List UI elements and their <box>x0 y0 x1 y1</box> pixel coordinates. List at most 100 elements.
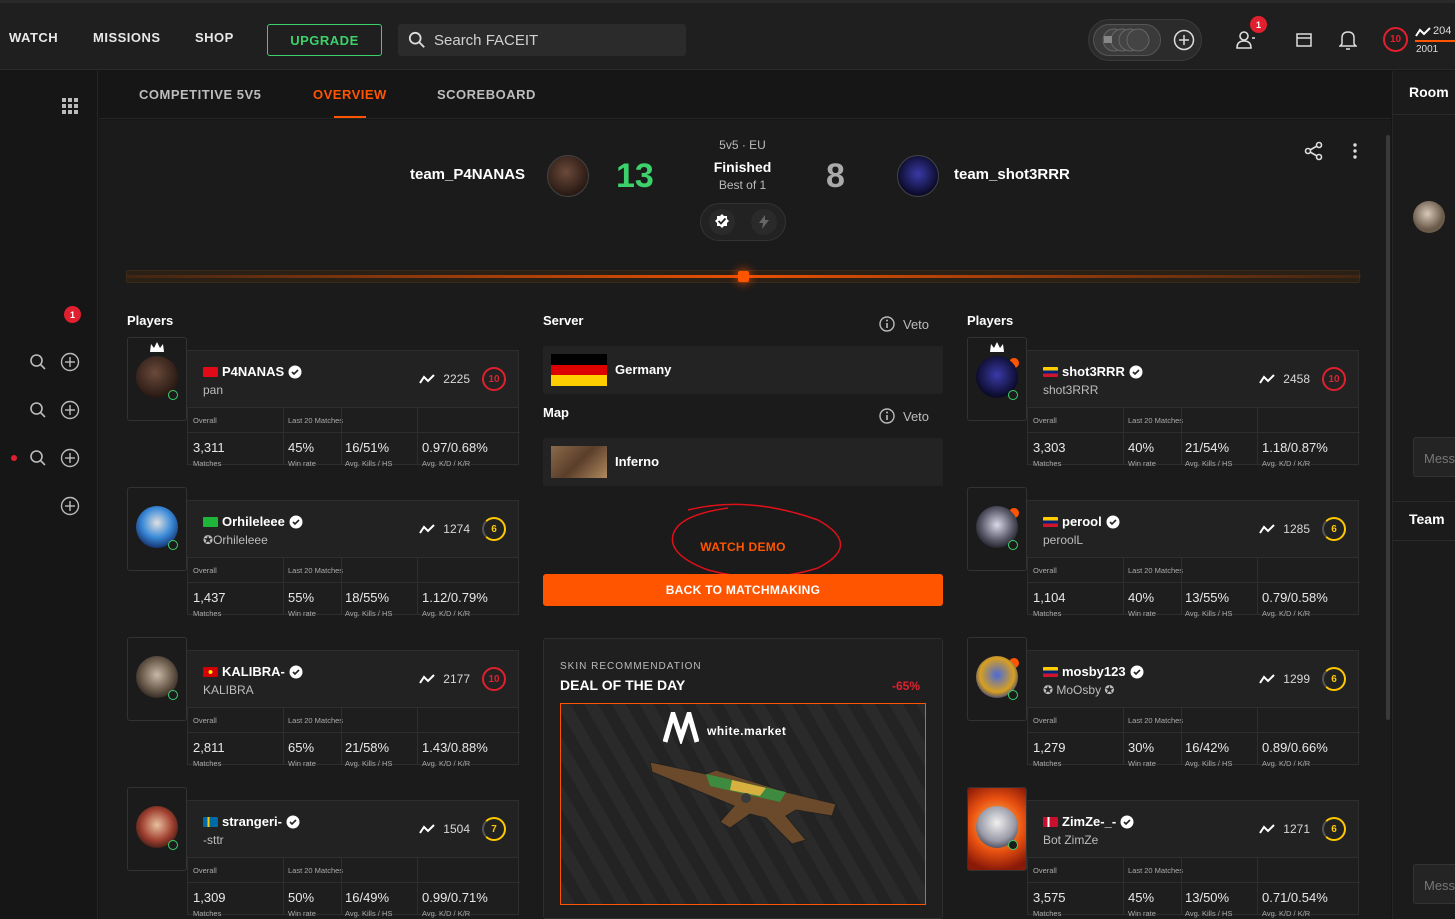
player-avatar-box[interactable] <box>127 637 187 721</box>
level-badge: 10 <box>482 367 506 391</box>
stats-last20-header: Last 20 Matches <box>288 416 344 425</box>
stats-overall-header: Overall <box>193 416 217 425</box>
stat-label: Matches <box>1033 759 1062 768</box>
tab-overview[interactable]: OVERVIEW <box>313 87 387 102</box>
level-badge: 10 <box>482 667 506 691</box>
player-card[interactable]: perool peroolL 1285 6 Overall Last 20 Ma… <box>967 487 1360 618</box>
team-chat-title[interactable]: Team <box>1409 511 1445 527</box>
skin-ad[interactable]: SKIN RECOMMENDATION DEAL OF THE DAY -65%… <box>543 638 943 919</box>
chat-avatar[interactable] <box>1413 201 1445 233</box>
back-to-matchmaking-button[interactable]: BACK TO MATCHMAKING <box>543 574 943 606</box>
player-name[interactable]: Orhileleee <box>222 514 285 529</box>
apps-grid-icon[interactable] <box>62 98 78 114</box>
player-card[interactable]: ZimZe-_- Bot ZimZe 1271 6 Overall Last 2… <box>967 787 1360 918</box>
nav-watch[interactable]: WATCH <box>9 30 58 45</box>
ad-banner[interactable]: white.market <box>560 703 926 905</box>
player-header: KALIBRA- KALIBRA 2177 10 <box>187 650 519 708</box>
add-icon[interactable] <box>60 448 80 468</box>
player-card[interactable]: shot3RRR shot3RRR 2458 10 Overall Last 2… <box>967 337 1360 468</box>
info-icon <box>879 408 895 424</box>
player-name[interactable]: mosby123 <box>1062 664 1126 679</box>
player-avatar-box[interactable] <box>127 487 187 571</box>
player-avatar-box[interactable] <box>967 487 1027 571</box>
search-icon <box>408 31 425 48</box>
level-badge: 10 <box>1322 367 1346 391</box>
germany-flag-icon <box>551 354 607 386</box>
stat-matches: 1,279 <box>1033 740 1066 755</box>
player-avatar-box[interactable] <box>967 787 1027 871</box>
stats-overall-header: Overall <box>193 866 217 875</box>
stat-kills-hs: 16/42% <box>1185 740 1230 755</box>
search-input[interactable] <box>434 31 674 49</box>
room-message-input[interactable]: Mess <box>1413 437 1455 477</box>
player-name[interactable]: KALIBRA- <box>222 664 285 679</box>
player-name-row[interactable]: shot3RRR <box>1043 364 1143 379</box>
server-veto-link[interactable]: Veto <box>879 316 929 332</box>
player-name[interactable]: shot3RRR <box>1062 364 1125 379</box>
add-icon[interactable] <box>60 496 80 516</box>
player-card[interactable]: Orhileleee ✪Orhileleee 1274 6 Overall La… <box>127 487 520 618</box>
party-widget[interactable] <box>1088 19 1202 61</box>
friends-icon[interactable] <box>1236 30 1256 50</box>
nav-shop[interactable]: SHOP <box>195 30 234 45</box>
venezuela-flag-icon <box>1043 366 1058 377</box>
stats-last20-header: Last 20 Matches <box>288 866 344 875</box>
player-name-row[interactable]: P4NANAS <box>203 364 302 379</box>
player-avatar-box[interactable] <box>967 337 1027 421</box>
team-right-avatar[interactable] <box>897 155 939 197</box>
player-avatar-box[interactable] <box>967 637 1027 721</box>
player-card[interactable]: mosby123 ✪ MoOsby ✪ 1299 6 Overall Last … <box>967 637 1360 768</box>
stats-overall-header: Overall <box>193 566 217 575</box>
player-name-row[interactable]: strangeri- <box>203 814 300 829</box>
player-header: P4NANAS pan 2225 10 <box>187 350 519 408</box>
player-name[interactable]: ZimZe-_- <box>1062 814 1116 829</box>
lightning-icon[interactable] <box>751 209 777 235</box>
verified-match-icon[interactable] <box>709 209 735 235</box>
ad-discount: -65% <box>892 679 921 693</box>
share-icon[interactable] <box>1304 141 1324 161</box>
user-level-badge[interactable]: 10 <box>1383 27 1408 52</box>
inbox-icon[interactable] <box>1296 33 1312 47</box>
bell-icon[interactable] <box>1339 30 1357 50</box>
player-name-row[interactable]: perool <box>1043 514 1120 529</box>
player-name-row[interactable]: KALIBRA- <box>203 664 303 679</box>
search-icon[interactable] <box>29 401 47 419</box>
room-chat-title[interactable]: Room <box>1409 84 1449 100</box>
party-toggle[interactable] <box>1093 24 1161 56</box>
team-message-input[interactable]: Mess <box>1413 864 1455 904</box>
stat-label: Avg. K/D / K/R <box>422 759 471 768</box>
stat-label: Matches <box>1033 609 1062 618</box>
player-name-row[interactable]: ZimZe-_- <box>1043 814 1134 829</box>
player-avatar-box[interactable] <box>127 337 187 421</box>
player-avatar-box[interactable] <box>127 787 187 871</box>
player-card[interactable]: strangeri- -sttr 1504 7 Overall Last 20 … <box>127 787 520 918</box>
add-party-icon[interactable] <box>1173 29 1195 51</box>
more-options-icon[interactable] <box>1352 143 1358 159</box>
stat-label: Matches <box>193 909 222 918</box>
player-nick: KALIBRA <box>203 683 254 697</box>
search-icon[interactable] <box>29 449 47 467</box>
player-name[interactable]: strangeri- <box>222 814 282 829</box>
team-left-name[interactable]: team_P4NANAS <box>410 166 525 183</box>
rifle-skin-icon <box>649 761 837 845</box>
team-right-name[interactable]: team_shot3RRR <box>954 166 1070 183</box>
player-card[interactable]: KALIBRA- KALIBRA 2177 10 Overall Last 20… <box>127 637 520 768</box>
scrollbar[interactable] <box>1386 135 1390 720</box>
player-name[interactable]: perool <box>1062 514 1102 529</box>
map-veto-link[interactable]: Veto <box>879 408 929 424</box>
upgrade-button[interactable]: UPGRADE <box>267 24 382 56</box>
tab-competitive[interactable]: COMPETITIVE 5V5 <box>139 87 261 102</box>
tab-scoreboard[interactable]: SCOREBOARD <box>437 87 536 102</box>
search-icon[interactable] <box>29 353 47 371</box>
player-name-row[interactable]: mosby123 <box>1043 664 1144 679</box>
stat-winrate: 45% <box>288 440 315 455</box>
player-name-row[interactable]: Orhileleee <box>203 514 303 529</box>
search-bar[interactable] <box>398 24 686 56</box>
player-name[interactable]: P4NANAS <box>222 364 284 379</box>
team-left-avatar[interactable] <box>547 155 589 197</box>
nav-missions[interactable]: MISSIONS <box>93 30 161 45</box>
player-card[interactable]: P4NANAS pan 2225 10 Overall Last 20 Matc… <box>127 337 520 468</box>
stat-kd-kr: 0.71/0.54% <box>1262 890 1328 905</box>
add-icon[interactable] <box>60 400 80 420</box>
add-icon[interactable] <box>60 352 80 372</box>
